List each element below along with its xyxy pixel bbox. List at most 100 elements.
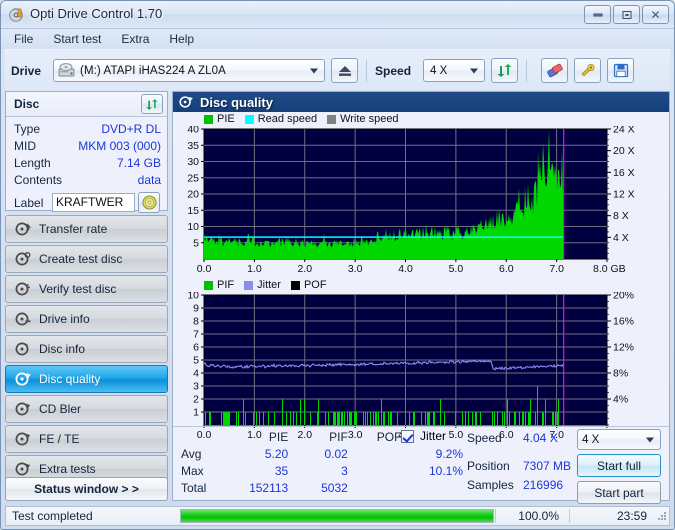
disc-refresh-button[interactable] <box>141 94 163 114</box>
disc-label-button[interactable] <box>138 192 160 213</box>
left-sidebar: Disc Type DVD+R DL MID MKM 003 (000) Len… <box>5 91 168 501</box>
disc-label-input[interactable]: KRAFTWER <box>52 193 135 212</box>
legend-swatch-pof <box>290 280 300 290</box>
speed-select[interactable]: 4 X <box>423 59 486 82</box>
maximize-button[interactable] <box>613 5 640 24</box>
disc-mid-label: MID <box>14 139 36 153</box>
sidebar-item-verify-test-disc[interactable]: Verify test disc <box>5 275 168 303</box>
xtick-label: 4.0 <box>398 263 413 275</box>
start-part-button[interactable]: Start part <box>577 481 661 504</box>
pif-jitter-chart-svg: 123456789104%8%12%16%20%0.01.02.03.04.05… <box>187 290 634 442</box>
ytick-label: 5 <box>193 355 199 367</box>
sidebar-item-label: Disc quality <box>39 372 101 386</box>
sidebar-item-label: Transfer rate <box>39 222 108 236</box>
menu-item-help[interactable]: Help <box>166 31 197 47</box>
ytick-label: 10 <box>187 292 199 302</box>
settings-button[interactable] <box>574 58 602 83</box>
ytick-label: 2 <box>193 394 199 406</box>
legend-swatch-pie <box>204 114 213 124</box>
progress-percent: 100.0% <box>495 509 569 523</box>
xtick-label: 0.0 <box>197 263 212 275</box>
refresh-button[interactable] <box>491 58 519 83</box>
legend-label-read-speed: Read speed <box>257 113 318 125</box>
test-controls: 4 X Start full Start part <box>577 429 661 504</box>
ytick-label: 4 <box>193 368 199 380</box>
jitter-checkbox[interactable] <box>401 429 414 443</box>
y2tick-label: 4% <box>613 394 628 406</box>
sidebar-item-disc-quality[interactable]: Disc quality <box>5 365 168 393</box>
menu-bar: File Start test Extra Help <box>1 29 674 49</box>
stats-total-jitter <box>401 480 463 497</box>
drive-select[interactable]: (M:) ATAPI iHAS224 A ZL0A <box>53 59 326 82</box>
sidebar-item-label: Disc info <box>39 342 86 356</box>
disc-length-value: 7.14 GB <box>116 156 161 170</box>
test-summary: Speed 4.04 X Position 7307 MB Samples 21… <box>467 429 665 504</box>
disc-info-box: Disc Type DVD+R DL MID MKM 003 (000) Len… <box>5 91 168 213</box>
resize-grip[interactable] <box>655 509 669 523</box>
pie-chart[interactable]: 5 10 15 20 25 30 35 40 4 X 8 X 12 X 16 X 20 X 24 X 0.0… <box>173 124 669 276</box>
save-button[interactable] <box>607 58 635 83</box>
stats-avg-pie: 5.20 <box>264 447 289 461</box>
y2tick-label: 4 X <box>613 232 629 244</box>
sidebar-item-disc-info[interactable]: Disc info <box>5 335 168 363</box>
y2tick-label: 12% <box>613 342 634 354</box>
y2tick-label: 20% <box>613 292 634 302</box>
legend-swatch-pif <box>204 280 213 290</box>
stats-col-pif: PIF <box>329 430 348 444</box>
erase-button[interactable] <box>541 58 569 83</box>
xtick-label: 8.0 GB <box>593 263 626 275</box>
optical-drive-icon <box>58 63 75 77</box>
window-controls: ✕ <box>584 5 669 24</box>
menu-item-file[interactable]: File <box>11 31 36 47</box>
stats-col-pie: PIE <box>268 430 289 444</box>
ytick-label: 6 <box>193 342 199 354</box>
stats-max-pie: 35 <box>274 464 289 478</box>
ytick-label: 1 <box>193 407 199 419</box>
status-window-button[interactable]: Status window > > <box>5 477 168 501</box>
disc-info-icon <box>15 342 29 356</box>
close-button[interactable]: ✕ <box>642 5 669 24</box>
status-message: Test completed <box>12 509 93 523</box>
app-window: Opti Drive Control 1.70 ✕ File Start tes… <box>0 0 675 530</box>
sidebar-item-drive-info[interactable]: Drive info <box>5 305 168 333</box>
stats-total-pif: 5032 <box>321 481 348 495</box>
ytick-label: 7 <box>193 329 199 341</box>
sidebar-item-label: Drive info <box>39 312 90 326</box>
sidebar-item-label: Extra tests <box>39 462 96 476</box>
verify-test-disc-icon <box>15 282 31 296</box>
sidebar-item-cd-bler[interactable]: CD Bler <box>5 395 168 423</box>
disc-length-label: Length <box>14 156 51 170</box>
test-speed-select[interactable]: 4 X <box>577 429 661 450</box>
drive-select-value: (M:) ATAPI iHAS224 A ZL0A <box>80 64 226 77</box>
y2tick-label: 16% <box>613 316 634 328</box>
window-title: Opti Drive Control 1.70 <box>30 6 163 21</box>
eject-button[interactable] <box>331 58 359 83</box>
menu-item-extra[interactable]: Extra <box>118 31 152 47</box>
disc-row-mid: MID MKM 003 (000) <box>14 138 161 155</box>
sidebar-item-transfer-rate[interactable]: Transfer rate <box>5 215 168 243</box>
start-full-button[interactable]: Start full <box>577 454 661 477</box>
sidebar-item-create-test-disc[interactable]: Create test disc <box>5 245 168 273</box>
stats-max-pif: 3 <box>341 464 348 478</box>
minimize-button[interactable] <box>584 5 611 24</box>
disc-mid-value: MKM 003 (000) <box>78 139 161 153</box>
progress-fill <box>181 510 493 522</box>
drive-info-icon <box>15 312 31 326</box>
disc-row-length: Length 7.14 GB <box>14 155 161 172</box>
panel-header: Disc quality <box>173 92 669 112</box>
stats-max-jitter: 10.1% <box>428 464 463 478</box>
xtick-label: 7.0 <box>549 263 564 275</box>
ytick-label: 30 <box>187 156 199 168</box>
transfer-rate-icon <box>15 222 31 236</box>
create-test-disc-icon <box>15 252 31 266</box>
chevron-down-icon <box>470 68 479 73</box>
sidebar-item-fe-te[interactable]: FE / TE <box>5 425 168 453</box>
menu-item-start-test[interactable]: Start test <box>50 31 104 47</box>
disc-app-icon <box>9 8 23 22</box>
position-key: Position <box>467 459 510 473</box>
stats-max-pof <box>348 463 402 480</box>
jitter-label: Jitter <box>420 429 447 443</box>
disc-type-label: Type <box>14 122 41 136</box>
pif-jitter-chart[interactable]: 123456789104%8%12%16%20%0.01.02.03.04.05… <box>173 290 669 442</box>
y2tick-label: 12 X <box>613 189 635 201</box>
